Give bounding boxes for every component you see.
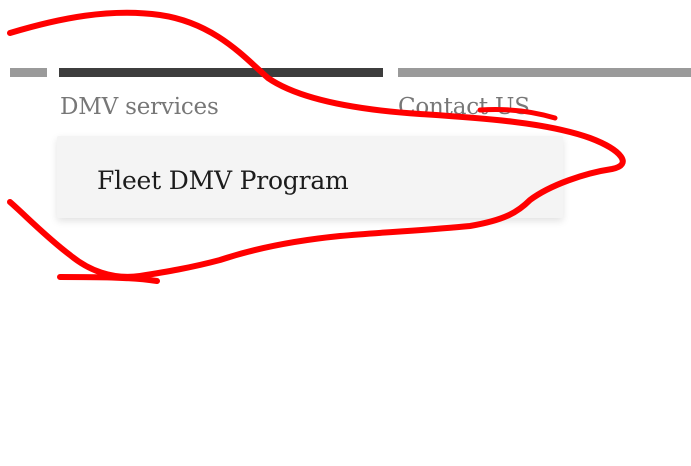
nav-item-contact-us[interactable]: Contact US: [398, 94, 530, 120]
nav-indicator-bar-contact: [398, 68, 691, 77]
nav-indicator-bar-active: [59, 68, 383, 77]
annotation-underline-stroke: [57, 274, 160, 284]
nav-item-dmv-services[interactable]: DMV services: [60, 94, 219, 120]
dmv-services-dropdown-menu: Fleet DMV Program: [57, 136, 563, 218]
nav-indicator-bar-left: [10, 68, 47, 77]
menu-item-fleet-dmv-program[interactable]: Fleet DMV Program: [97, 166, 349, 195]
